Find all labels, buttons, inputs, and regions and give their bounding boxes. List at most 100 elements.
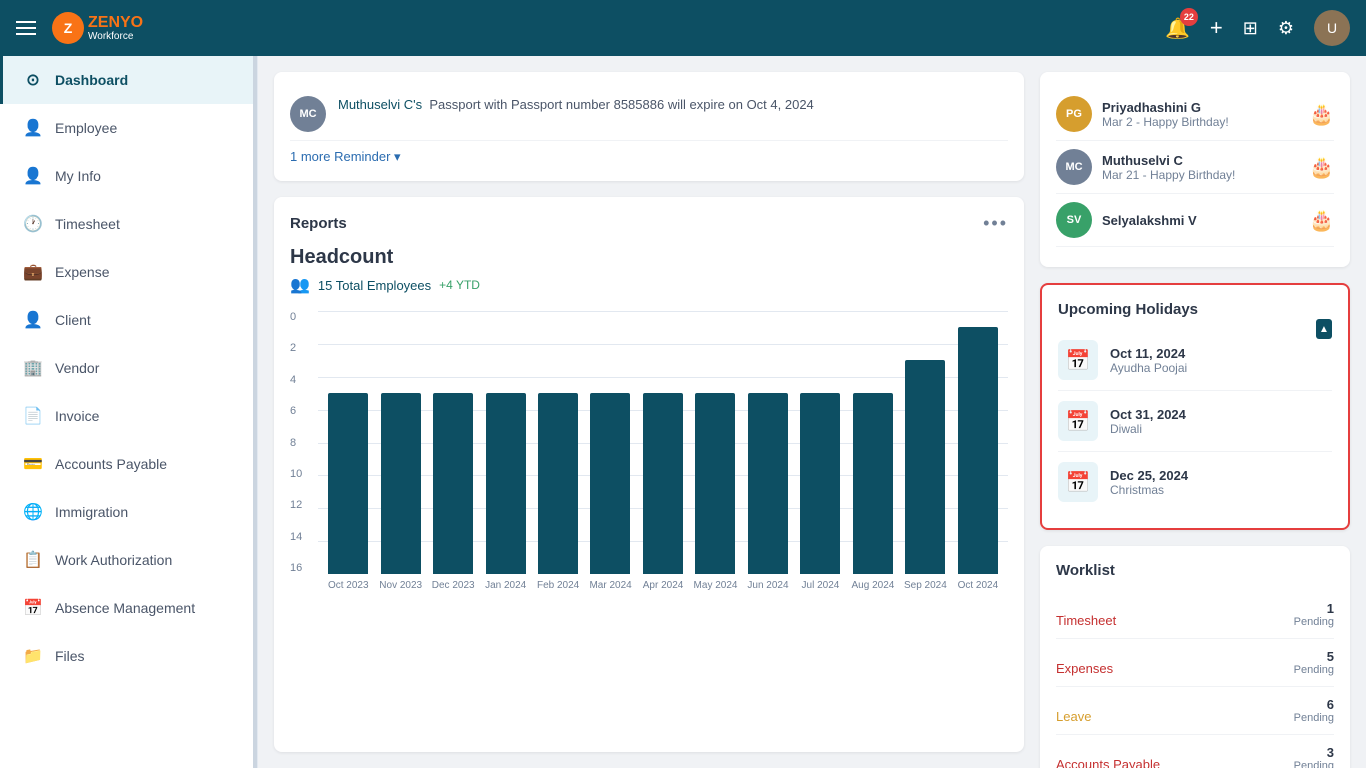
chart-bar[interactable] <box>328 393 368 574</box>
immigration-icon: 🌐 <box>23 502 43 522</box>
work-authorization-icon: 📋 <box>23 550 43 570</box>
holiday-date: Oct 31, 2024 <box>1110 407 1186 422</box>
sidebar-item-dashboard[interactable]: ⊙ Dashboard <box>0 56 257 104</box>
sidebar-item-timesheet[interactable]: 🕐 Timesheet <box>0 200 257 248</box>
x-axis-label: May 2024 <box>689 580 741 591</box>
bday-info: Muthuselvi C Mar 21 - Happy Birthday! <box>1102 153 1299 182</box>
birthday-item: PG Priyadhashini G Mar 2 - Happy Birthda… <box>1056 88 1334 141</box>
bday-info: Selyalakshmi V <box>1102 213 1299 228</box>
chart-bar[interactable] <box>590 393 630 574</box>
bday-name: Muthuselvi C <box>1102 153 1299 168</box>
sidebar-label-timesheet: Timesheet <box>55 216 120 232</box>
grid-icon[interactable]: ⊞ <box>1243 18 1258 39</box>
chart-bar[interactable] <box>800 393 840 574</box>
chart-bar[interactable] <box>905 360 945 574</box>
reports-menu[interactable]: ••• <box>983 213 1008 234</box>
sidebar-item-vendor[interactable]: 🏢 Vendor <box>0 344 257 392</box>
right-panel: PG Priyadhashini G Mar 2 - Happy Birthda… <box>1040 72 1350 752</box>
worklist-expenses-link[interactable]: Expenses <box>1056 661 1113 676</box>
sidebar: ⊙ Dashboard 👤 Employee 👤 My Info 🕐 Times… <box>0 56 258 768</box>
y-axis: 16 14 12 10 8 6 4 2 0 <box>290 311 318 574</box>
worklist-leave-link[interactable]: Leave <box>1056 709 1091 724</box>
vendor-icon: 🏢 <box>23 358 43 378</box>
sidebar-item-employee[interactable]: 👤 Employee <box>0 104 257 152</box>
birthdays-card: PG Priyadhashini G Mar 2 - Happy Birthda… <box>1040 72 1350 267</box>
user-avatar[interactable]: U <box>1314 10 1350 46</box>
chart-bar[interactable] <box>643 393 683 574</box>
settings-icon[interactable]: ⚙ <box>1278 18 1294 39</box>
worklist-leave-right: 6 Pending <box>1294 697 1334 724</box>
timesheet-icon: 🕐 <box>23 214 43 234</box>
reports-card: Reports ••• Headcount 👥 15 Total Employe… <box>274 197 1024 752</box>
sidebar-item-work-authorization[interactable]: 📋 Work Authorization <box>0 536 257 584</box>
reports-title: Reports <box>290 215 347 232</box>
bday-info: Priyadhashini G Mar 2 - Happy Birthday! <box>1102 100 1299 129</box>
headcount-chart: 16 14 12 10 8 6 4 2 0 <box>290 311 1008 591</box>
chart-bar[interactable] <box>381 393 421 574</box>
chart-bar[interactable] <box>486 393 526 574</box>
x-axis-label: Jun 2024 <box>742 580 794 591</box>
sidebar-label-files: Files <box>55 648 85 664</box>
calendar-icon: 📅 <box>1058 462 1098 502</box>
worklist-ap-link[interactable]: Accounts Payable <box>1056 757 1160 768</box>
main-content: MC Muthuselvi C's Passport with Passport… <box>258 56 1366 768</box>
hamburger-menu[interactable] <box>16 21 36 35</box>
files-icon: 📁 <box>23 646 43 666</box>
holiday-date: Dec 25, 2024 <box>1110 468 1188 483</box>
chart-bar[interactable] <box>538 393 578 574</box>
add-button[interactable]: + <box>1210 15 1223 41</box>
sidebar-item-files[interactable]: 📁 Files <box>0 632 257 680</box>
scroll-up-button[interactable]: ▲ <box>1316 319 1332 339</box>
holiday-details: Dec 25, 2024 Christmas <box>1110 468 1188 497</box>
chart-bar[interactable] <box>853 393 893 574</box>
holiday-item: 📅 Dec 25, 2024 Christmas <box>1058 452 1332 512</box>
bday-avatar: MC <box>1056 149 1092 185</box>
accounts-payable-icon: 💳 <box>23 454 43 474</box>
sidebar-item-immigration[interactable]: 🌐 Immigration <box>0 488 257 536</box>
sidebar-item-absence-management[interactable]: 📅 Absence Management <box>0 584 257 632</box>
nav-right: 🔔 22 + ⊞ ⚙ U <box>1165 10 1350 46</box>
ytd-badge: +4 YTD <box>439 278 480 292</box>
myinfo-icon: 👤 <box>23 166 43 186</box>
sidebar-item-expense[interactable]: 💼 Expense <box>0 248 257 296</box>
worklist-item: Expenses 5 Pending <box>1056 639 1334 687</box>
sidebar-item-invoice[interactable]: 📄 Invoice <box>0 392 257 440</box>
worklist-card: Worklist Timesheet 1 Pending Expenses 5 … <box>1040 546 1350 768</box>
top-navigation: Z ZENYO Workforce 🔔 22 + ⊞ ⚙ U <box>0 0 1366 56</box>
expense-icon: 💼 <box>23 262 43 282</box>
notification-badge: 22 <box>1180 8 1198 26</box>
sidebar-label-expense: Expense <box>55 264 109 280</box>
holiday-date: Oct 11, 2024 <box>1110 346 1187 361</box>
holiday-details: Oct 31, 2024 Diwali <box>1110 407 1186 436</box>
more-reminder-link[interactable]: 1 more Reminder ▾ <box>290 149 1008 165</box>
worklist-timesheet-link[interactable]: Timesheet <box>1056 613 1116 628</box>
worklist-count: 6 <box>1294 697 1334 712</box>
reminders-card: MC Muthuselvi C's Passport with Passport… <box>274 72 1024 181</box>
sidebar-resizer[interactable] <box>253 56 257 768</box>
notification-button[interactable]: 🔔 22 <box>1165 16 1190 41</box>
holidays-title: Upcoming Holidays <box>1058 301 1332 318</box>
absence-management-icon: 📅 <box>23 598 43 618</box>
bday-name: Priyadhashini G <box>1102 100 1299 115</box>
birthday-cake-icon: 🎂 <box>1309 208 1334 233</box>
chart-area: 16 14 12 10 8 6 4 2 0 <box>290 311 1008 591</box>
chart-bar[interactable] <box>748 393 788 574</box>
x-axis-label: Oct 2024 <box>952 580 1004 591</box>
x-axis-label: Oct 2023 <box>322 580 374 591</box>
logo-zenyo: ZENYO <box>88 14 143 32</box>
chart-bar[interactable] <box>695 393 735 574</box>
chart-bar[interactable] <box>958 327 998 574</box>
sidebar-label-work-authorization: Work Authorization <box>55 552 172 568</box>
worklist-status: Pending <box>1294 760 1334 768</box>
reminder-text: Muthuselvi C's Passport with Passport nu… <box>338 96 814 114</box>
holiday-details: Oct 11, 2024 Ayudha Poojai <box>1110 346 1187 375</box>
worklist-status: Pending <box>1294 712 1334 724</box>
sidebar-item-client[interactable]: 👤 Client <box>0 296 257 344</box>
sidebar-item-myinfo[interactable]: 👤 My Info <box>0 152 257 200</box>
chart-bar[interactable] <box>433 393 473 574</box>
sidebar-item-accounts-payable[interactable]: 💳 Accounts Payable <box>0 440 257 488</box>
reminder-item: MC Muthuselvi C's Passport with Passport… <box>290 88 1008 141</box>
dashboard-icon: ⊙ <box>23 70 43 90</box>
holiday-name: Ayudha Poojai <box>1110 361 1187 375</box>
worklist-timesheet-right: 1 Pending <box>1294 601 1334 628</box>
